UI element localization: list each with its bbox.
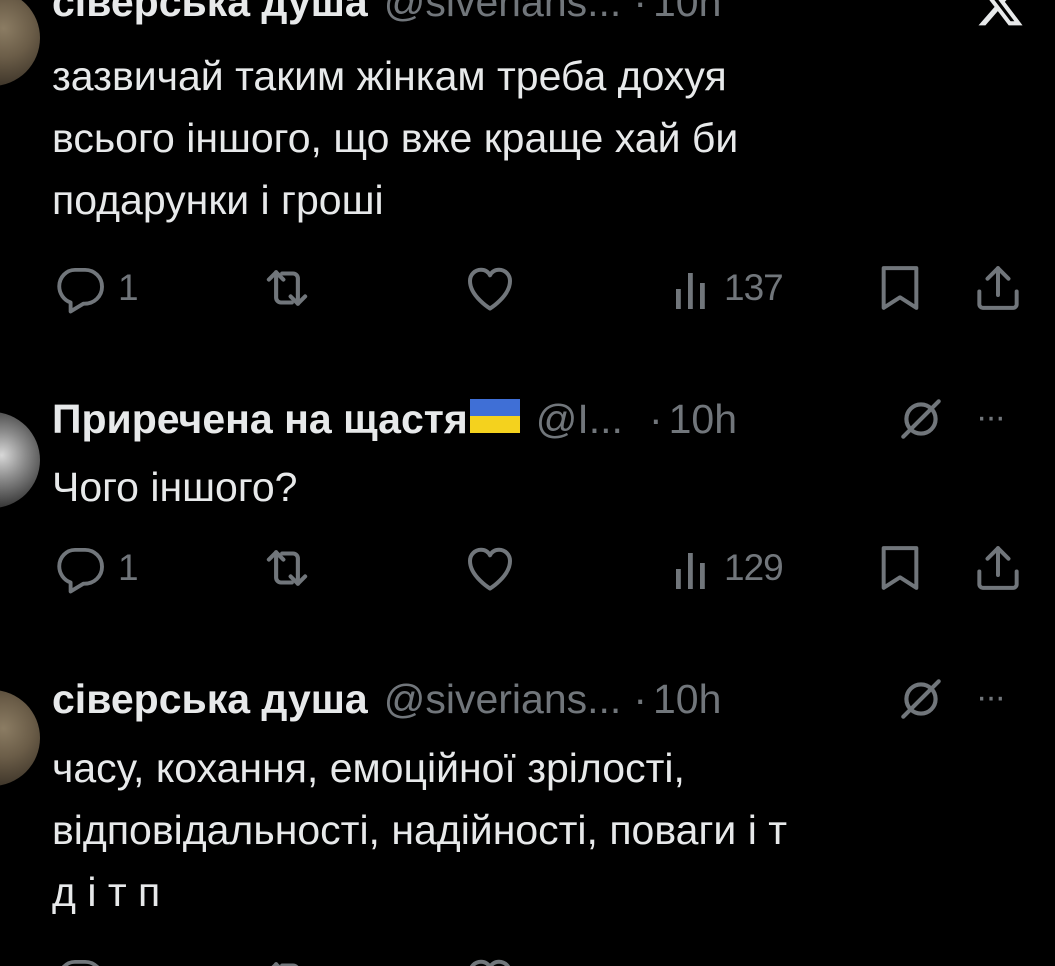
tweet-header: сіверська душа @siverians... · 10h: [52, 675, 721, 723]
reply-button[interactable]: [52, 950, 110, 966]
author-handle[interactable]: @I...: [536, 395, 623, 443]
retweet-button[interactable]: [258, 950, 316, 966]
views-button[interactable]: 137: [672, 258, 784, 318]
tweet-actions: [0, 946, 1055, 966]
tweet-text: зазвичай таким жінкам треба дохуя всього…: [52, 53, 739, 223]
retweet-icon: [258, 951, 316, 966]
tweet-header: сіверська душа @siverians... · 10h: [52, 0, 721, 26]
tweet-text: часу, кохання, емоційної зрілості, відпо…: [52, 745, 787, 915]
avatar[interactable]: [0, 0, 40, 86]
more-options-icon[interactable]: ···: [976, 678, 1006, 717]
reply-count: 1: [118, 267, 139, 308]
bookmark-button[interactable]: [872, 538, 928, 598]
share-button[interactable]: [970, 258, 1026, 318]
timestamp[interactable]: 10h: [669, 395, 737, 443]
retweet-icon: [258, 539, 316, 597]
separator-dot: ·: [648, 396, 663, 442]
views-icon: [672, 543, 716, 593]
heart-icon: [460, 258, 520, 318]
bookmark-button[interactable]: [872, 258, 928, 318]
avatar[interactable]: [0, 412, 40, 508]
x-logo-icon[interactable]: [975, 0, 1025, 35]
timestamp[interactable]: 10h: [653, 675, 721, 723]
tweet-actions: 1: [0, 538, 1055, 598]
reply-icon: [52, 539, 110, 597]
like-button[interactable]: [460, 950, 520, 966]
grok-icon[interactable]: [896, 394, 946, 449]
views-count: 137: [724, 267, 784, 308]
share-icon: [970, 540, 1026, 596]
reply-button[interactable]: 1: [52, 258, 139, 318]
share-button[interactable]: [970, 538, 1026, 598]
timestamp[interactable]: 10h: [653, 0, 721, 26]
separator-dot: ·: [633, 0, 647, 25]
reply-icon: [52, 259, 110, 317]
tweet-text: Чого іншого?: [52, 464, 298, 510]
heart-icon: [460, 950, 520, 966]
share-icon: [970, 260, 1026, 316]
heart-icon: [460, 538, 520, 598]
author-name[interactable]: сіверська душа: [52, 0, 368, 26]
author-handle[interactable]: @siverians...: [384, 675, 622, 723]
views-button[interactable]: 129: [672, 538, 784, 598]
bookmark-icon: [872, 540, 928, 596]
bookmark-icon: [872, 260, 928, 316]
author-name[interactable]: Приречена на щастя: [52, 395, 468, 443]
retweet-icon: [258, 259, 316, 317]
more-options-icon[interactable]: ···: [976, 398, 1006, 437]
retweet-button[interactable]: [258, 538, 316, 598]
grok-icon[interactable]: [896, 674, 946, 729]
tweet-actions: 1: [0, 258, 1055, 318]
tweet-thread: сіверська душа @siverians... · 10h зазви…: [0, 0, 1055, 966]
ukraine-flag-icon: [469, 399, 520, 433]
avatar[interactable]: [0, 690, 40, 786]
reply-icon: [52, 951, 110, 966]
reply-count: 1: [118, 547, 139, 588]
tweet-header: Приречена на щастя @I... · 10h: [52, 395, 737, 443]
author-name[interactable]: сіверська душа: [52, 675, 368, 723]
views-count: 129: [724, 547, 784, 588]
like-button[interactable]: [460, 538, 520, 598]
author-handle[interactable]: @siverians...: [384, 0, 622, 26]
separator-dot: ·: [633, 676, 647, 722]
retweet-button[interactable]: [258, 258, 316, 318]
like-button[interactable]: [460, 258, 520, 318]
reply-button[interactable]: 1: [52, 538, 139, 598]
views-icon: [672, 263, 716, 313]
